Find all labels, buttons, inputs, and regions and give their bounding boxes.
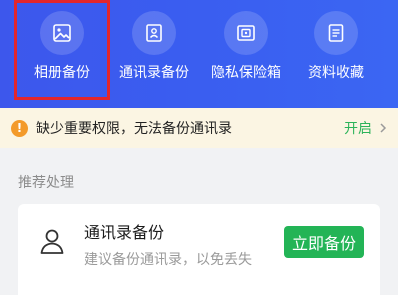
person-icon [40, 229, 64, 254]
tile-label: 通讯录备份 [119, 65, 189, 81]
notice-text: 缺少重要权限，无法备份通讯录 [36, 121, 232, 137]
tile-label: 资料收藏 [308, 65, 364, 81]
tile-privacy-safe[interactable]: 隐私保险箱 [198, 0, 294, 100]
photo-album-icon [53, 24, 71, 42]
chevron-right-icon [380, 123, 387, 133]
contacts-icon [146, 24, 162, 42]
enable-label: 开启 [344, 121, 372, 137]
recommend-card: 通讯录备份 建议备份通讯录，以免丢失 立即备份 [18, 204, 380, 295]
tile-contacts-backup[interactable]: 通讯录备份 [106, 0, 202, 100]
tile-label: 隐私保险箱 [211, 65, 281, 81]
tile-document-favorites[interactable]: 资料收藏 [288, 0, 384, 100]
photo-album-icon-circle [40, 11, 84, 55]
card-subtitle: 建议备份通讯录，以免丢失 [84, 252, 252, 268]
tools-header: 相册备份 通讯录备份 隐私保险箱 资料收藏 [0, 0, 398, 108]
card-title: 通讯录备份 [84, 223, 165, 242]
section-title: 推荐处理 [18, 175, 74, 191]
document-icon [328, 24, 344, 42]
tile-label: 相册备份 [34, 65, 90, 81]
permission-notice[interactable]: ! 缺少重要权限，无法备份通讯录 开启 [0, 108, 398, 148]
tile-photo-backup[interactable]: 相册备份 [14, 0, 110, 100]
document-icon-circle [314, 11, 358, 55]
warning-icon: ! [11, 119, 28, 137]
safe-icon [237, 25, 255, 41]
backup-now-button[interactable]: 立即备份 [284, 226, 364, 258]
safe-icon-circle [224, 11, 268, 55]
enable-permission-link[interactable]: 开启 [344, 108, 390, 148]
contacts-icon-circle [132, 11, 176, 55]
